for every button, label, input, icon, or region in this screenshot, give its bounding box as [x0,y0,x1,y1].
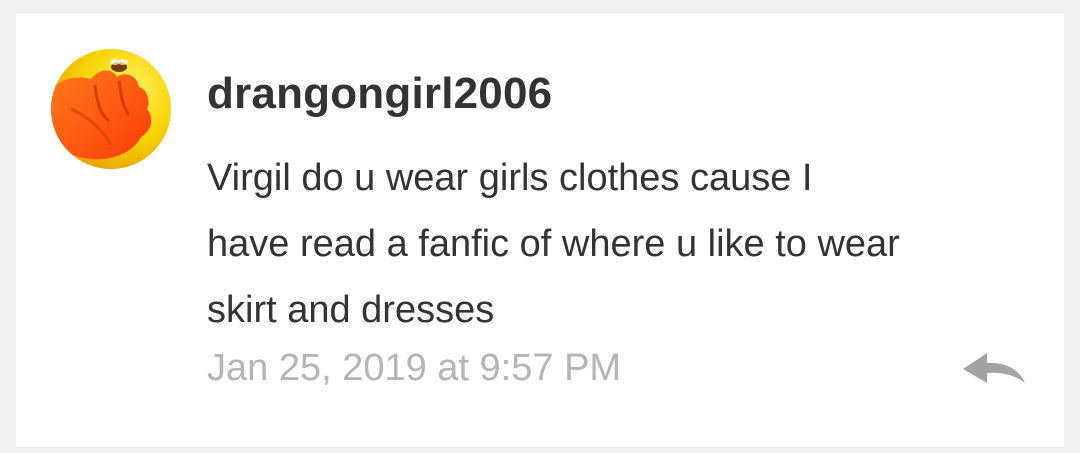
avatar[interactable] [51,49,171,169]
reply-arrow-icon [963,353,1025,383]
comment-message: Virgil do u wear girls clothes cause I h… [207,145,1007,343]
message-line: Virgil do u wear girls clothes cause I [207,157,813,199]
message-line: have read a fanfic of where u like to we… [207,223,900,265]
avatar-image [51,49,171,169]
message-line: skirt and dresses [207,289,495,331]
comment-timestamp: Jan 25, 2019 at 9:57 PM [207,347,622,389]
comment-card: drangongirl2006 Virgil do u wear girls c… [16,12,1064,448]
reply-button[interactable] [961,349,1029,389]
username[interactable]: drangongirl2006 [207,69,552,119]
